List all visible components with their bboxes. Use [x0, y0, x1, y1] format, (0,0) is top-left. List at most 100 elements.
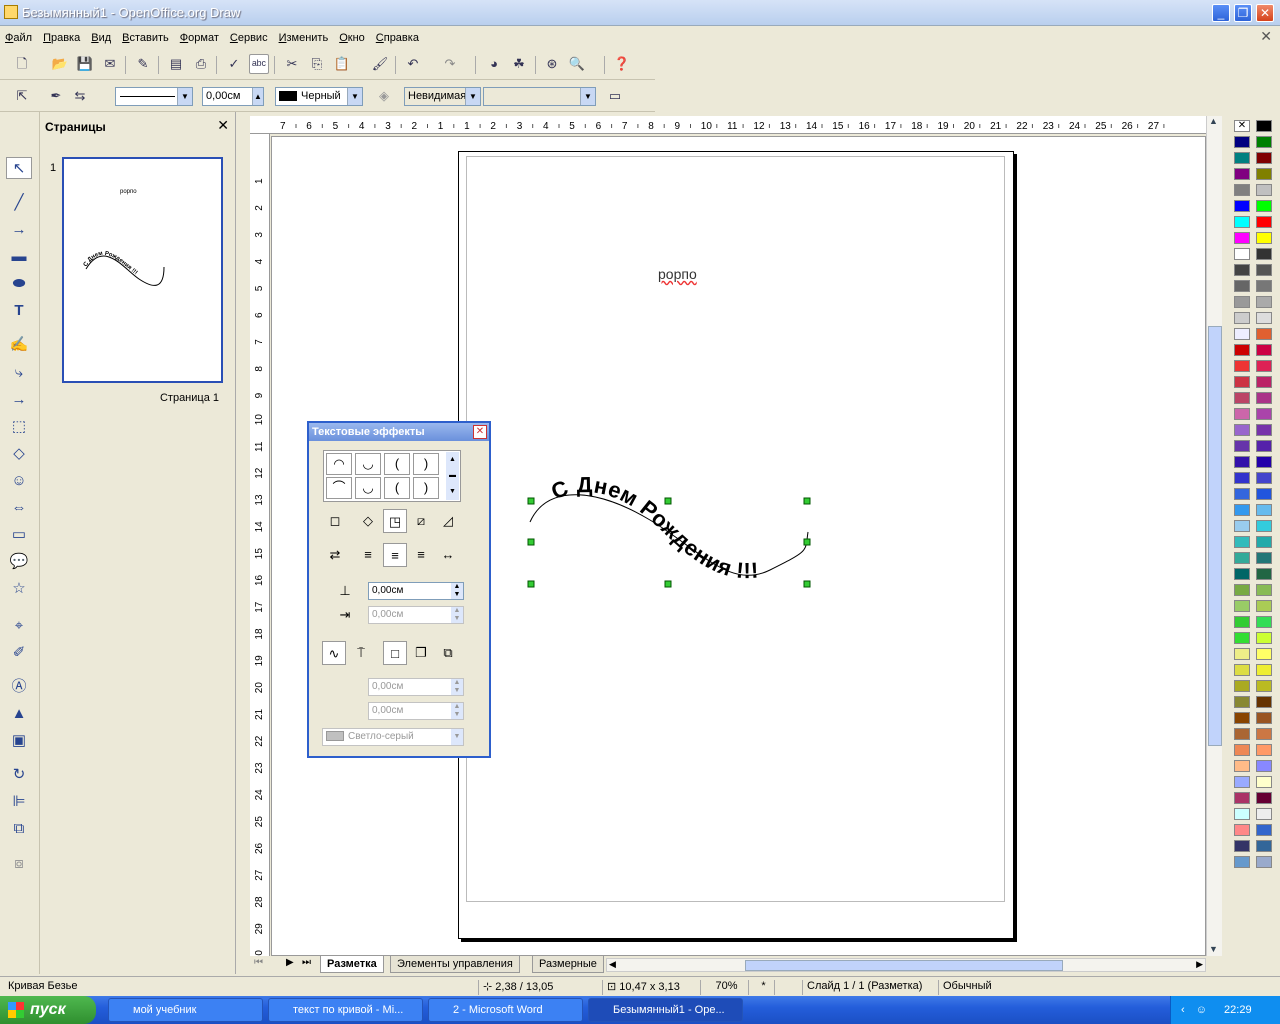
color-swatch[interactable] — [1256, 552, 1272, 564]
color-swatch[interactable] — [1234, 744, 1250, 756]
autospell-icon[interactable]: ᵃᵇᶜ — [249, 54, 269, 74]
cut-icon[interactable]: ✂ — [282, 54, 302, 74]
status-zoom[interactable]: 70% — [700, 980, 748, 995]
color-swatch[interactable] — [1256, 792, 1272, 804]
color-swatch[interactable] — [1256, 328, 1272, 340]
last-tab-icon[interactable]: ⏭ — [302, 957, 311, 968]
minimize-button[interactable]: _ — [1212, 4, 1230, 22]
color-swatch[interactable] — [1256, 568, 1272, 580]
color-swatch[interactable] — [1234, 616, 1250, 628]
maximize-button[interactable]: ❐ — [1234, 4, 1252, 22]
menu-edit[interactable]: Правка — [43, 32, 80, 44]
line-arrow-tool-icon[interactable]: → — [6, 219, 32, 241]
color-swatch[interactable] — [1234, 664, 1250, 676]
color-swatch[interactable] — [1234, 840, 1250, 852]
arrange-icon[interactable]: ⧉ — [6, 818, 32, 840]
color-swatch[interactable] — [1234, 632, 1250, 644]
glue-points-icon[interactable]: ✐ — [6, 642, 32, 664]
vertical-shadow-icon[interactable]: ❐ — [409, 641, 433, 665]
color-swatch[interactable] — [1256, 168, 1272, 180]
chevron-down-icon[interactable]: ▼ — [451, 729, 463, 745]
paste-icon[interactable]: 📋 — [332, 54, 352, 74]
color-swatch[interactable] — [1234, 520, 1250, 532]
shape-open-arc-down[interactable]: ◡ — [355, 477, 381, 499]
line-tool-icon[interactable]: ╱ — [6, 192, 32, 214]
color-swatch[interactable] — [1256, 696, 1272, 708]
network-icon[interactable]: ☺ — [1196, 1004, 1207, 1016]
zoom-icon[interactable]: 🔍 — [567, 54, 587, 74]
print-icon[interactable]: ⎙ — [191, 54, 211, 74]
color-swatch[interactable] — [1234, 760, 1250, 772]
menu-format[interactable]: Формат — [180, 32, 219, 44]
menu-help[interactable]: Справка — [376, 32, 419, 44]
color-swatch[interactable] — [1234, 600, 1250, 612]
color-swatch[interactable] — [1256, 536, 1272, 548]
color-swatch[interactable] — [1234, 488, 1250, 500]
color-swatch[interactable] — [1234, 264, 1250, 276]
color-swatch[interactable] — [1256, 600, 1272, 612]
no-shadow-icon[interactable]: □ — [383, 641, 407, 665]
indent-field[interactable]: 0,00см ▲ ▼ — [368, 606, 464, 624]
color-swatch[interactable] — [1234, 680, 1250, 692]
slant-horizontal-icon[interactable]: ⧄ — [409, 509, 433, 533]
tab-controls[interactable]: Элементы управления — [390, 956, 520, 973]
spin-icon[interactable]: ▲ — [252, 88, 263, 105]
color-swatch[interactable] — [1256, 824, 1272, 836]
color-swatch[interactable] — [1234, 136, 1250, 148]
color-swatch[interactable] — [1234, 232, 1250, 244]
navigator-icon[interactable]: ⊛ — [542, 54, 562, 74]
area-fill-select[interactable]: ▼ — [483, 87, 596, 106]
chevron-down-icon[interactable]: ▼ — [347, 88, 362, 105]
line-color-select[interactable]: Черный ▼ — [275, 87, 363, 106]
color-swatch[interactable] — [1234, 200, 1250, 212]
close-document-icon[interactable]: ✕ — [1260, 28, 1272, 45]
color-swatch[interactable] — [1234, 312, 1250, 324]
color-swatch[interactable] — [1256, 296, 1272, 308]
line-icon[interactable]: ✒ — [46, 86, 66, 106]
handle[interactable] — [527, 497, 535, 505]
taskbar-item[interactable]: мой учебник — [108, 998, 263, 1022]
color-swatch[interactable] — [1234, 552, 1250, 564]
shape-open-left[interactable]: ( — [384, 477, 410, 499]
color-swatch[interactable] — [1256, 136, 1272, 148]
shape-open-right[interactable]: ) — [413, 477, 439, 499]
autosize-text-icon[interactable]: ↔ — [436, 543, 460, 567]
chevron-down-icon[interactable]: ▼ — [580, 88, 595, 105]
handle[interactable] — [527, 580, 535, 588]
horizontal-scrollbar[interactable]: ◀ ▶ — [606, 958, 1206, 972]
color-swatch[interactable] — [1256, 584, 1272, 596]
color-swatch[interactable] — [1256, 424, 1272, 436]
close-icon[interactable]: ✕ — [217, 117, 229, 134]
chart-icon[interactable]: ◕ — [484, 54, 504, 74]
lines-arrows-icon[interactable]: → — [6, 389, 32, 411]
align-center-icon[interactable]: ≡ — [383, 543, 407, 567]
color-swatch[interactable] — [1256, 760, 1272, 772]
align-left-icon[interactable]: ≡ — [356, 543, 380, 567]
page-thumbnail[interactable]: рорпо С Днем Рождения !!! — [62, 157, 223, 383]
color-swatch[interactable] — [1234, 424, 1250, 436]
copy-icon[interactable]: ⎘ — [307, 54, 327, 74]
shape-arc-down[interactable]: ◡ — [355, 453, 381, 475]
color-swatch[interactable] — [1234, 360, 1250, 372]
flowchart-icon[interactable]: ▭ — [6, 524, 32, 546]
color-swatch[interactable] — [1234, 536, 1250, 548]
color-swatch[interactable] — [1234, 456, 1250, 468]
contour-icon[interactable]: ∿ — [322, 641, 346, 665]
tray-arrow-icon[interactable]: ‹ — [1181, 1004, 1185, 1016]
handle[interactable] — [803, 538, 811, 546]
scroll-left-icon[interactable]: ◀ — [609, 959, 616, 970]
color-swatch[interactable] — [1256, 248, 1272, 260]
color-swatch[interactable] — [1234, 440, 1250, 452]
tab-dimension-lines[interactable]: Размерные — [532, 956, 604, 973]
color-swatch[interactable] — [1256, 744, 1272, 756]
open-icon[interactable]: 📂 — [50, 54, 70, 74]
color-swatch[interactable] — [1234, 792, 1250, 804]
chevron-down-icon[interactable]: ▼ — [465, 88, 480, 105]
color-swatch[interactable] — [1256, 440, 1272, 452]
color-swatch[interactable] — [1256, 856, 1272, 868]
color-swatch[interactable] — [1234, 712, 1250, 724]
color-swatch[interactable] — [1234, 776, 1250, 788]
color-swatch[interactable] — [1256, 520, 1272, 532]
undo-icon[interactable]: ↶ — [403, 54, 423, 74]
color-swatch[interactable] — [1234, 648, 1250, 660]
